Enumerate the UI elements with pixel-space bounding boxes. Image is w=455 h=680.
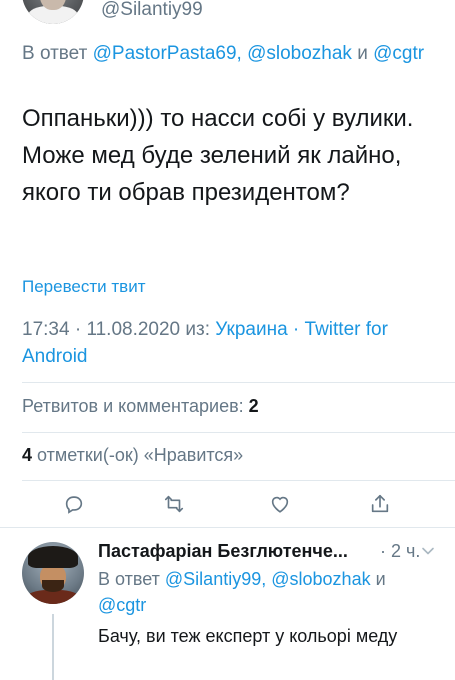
retweets-count: 2: [248, 396, 259, 416]
author-avatar[interactable]: [22, 0, 84, 24]
tweet-time: 17:34: [22, 319, 70, 340]
mention-link[interactable]: @cgtr: [373, 43, 424, 64]
retweets-label: Ретвитов и комментариев:: [22, 396, 244, 416]
likes-count: 4: [22, 445, 33, 465]
like-button[interactable]: [262, 486, 298, 522]
retweet-button[interactable]: [156, 486, 192, 522]
reply-to-line: В ответ @PastorPasta69, @slobozhak и @cg…: [22, 40, 432, 67]
mention-link[interactable]: @cgtr: [98, 595, 146, 615]
retweets-stat[interactable]: Ретвитов и комментариев: 2: [22, 396, 259, 417]
mention-link[interactable]: @PastorPasta69,: [93, 43, 242, 64]
reply-button[interactable]: [56, 486, 92, 522]
from-label: из:: [185, 319, 211, 340]
like-icon: [271, 496, 289, 513]
tweet-date: 11.08.2020: [86, 319, 181, 340]
tweet-text: Оппаньки))) то насси собі у вулики. Може…: [22, 105, 414, 206]
reply-to-and: и: [375, 569, 386, 589]
retweet-icon: [164, 495, 184, 513]
share-icon: [371, 494, 389, 513]
reply-icon: [65, 496, 83, 514]
reply-text: Бачу, ви теж експерт у кольорі меду: [98, 626, 398, 646]
avatar-coat: [26, 590, 80, 604]
reply-author-avatar[interactable]: [22, 542, 84, 604]
avatar-beard: [42, 580, 64, 592]
divider: [22, 432, 455, 433]
tweet-author-row: @Silantiy99: [0, 0, 455, 40]
reply-to-prefix: В ответ: [98, 569, 160, 589]
action-bar: [0, 486, 455, 522]
divider: [22, 382, 455, 383]
avatar-hat: [28, 546, 78, 568]
author-handle[interactable]: @Silantiy99: [101, 0, 203, 20]
mention-link[interactable]: @slobozhak: [247, 43, 352, 64]
mention-link[interactable]: @Silantiy99,: [165, 569, 266, 589]
share-button[interactable]: [362, 486, 398, 522]
likes-label: отметки(-ок) «Нравится»: [37, 445, 244, 465]
meta-separator: ·: [292, 319, 300, 340]
chevron-down-icon[interactable]: [421, 544, 435, 558]
reply-to-and: и: [357, 43, 368, 64]
translate-tweet-link[interactable]: Перевести твит: [22, 277, 145, 297]
reply-to-prefix: В ответ: [22, 43, 88, 64]
reply-tweet[interactable]: Пастафаріан Безглютенче... · 2 ч. В отве…: [0, 528, 455, 680]
tweet-meta: 17:34 · 11.08.2020 из: Украина · Twitter…: [22, 316, 442, 370]
mention-link[interactable]: @slobozhak: [271, 569, 370, 589]
reply-to-line: В ответ @Silantiy99, @slobozhak и @cgtr: [98, 566, 418, 618]
reply-time: · 2 ч.: [380, 541, 421, 561]
location-link[interactable]: Украина: [215, 319, 287, 340]
thread-line: [52, 614, 54, 680]
likes-stat[interactable]: 4 отметки(-ок) «Нравится»: [22, 445, 243, 466]
meta-separator: ·: [74, 319, 82, 340]
reply-author-name[interactable]: Пастафаріан Безглютенче...: [98, 541, 348, 562]
divider: [22, 480, 455, 481]
